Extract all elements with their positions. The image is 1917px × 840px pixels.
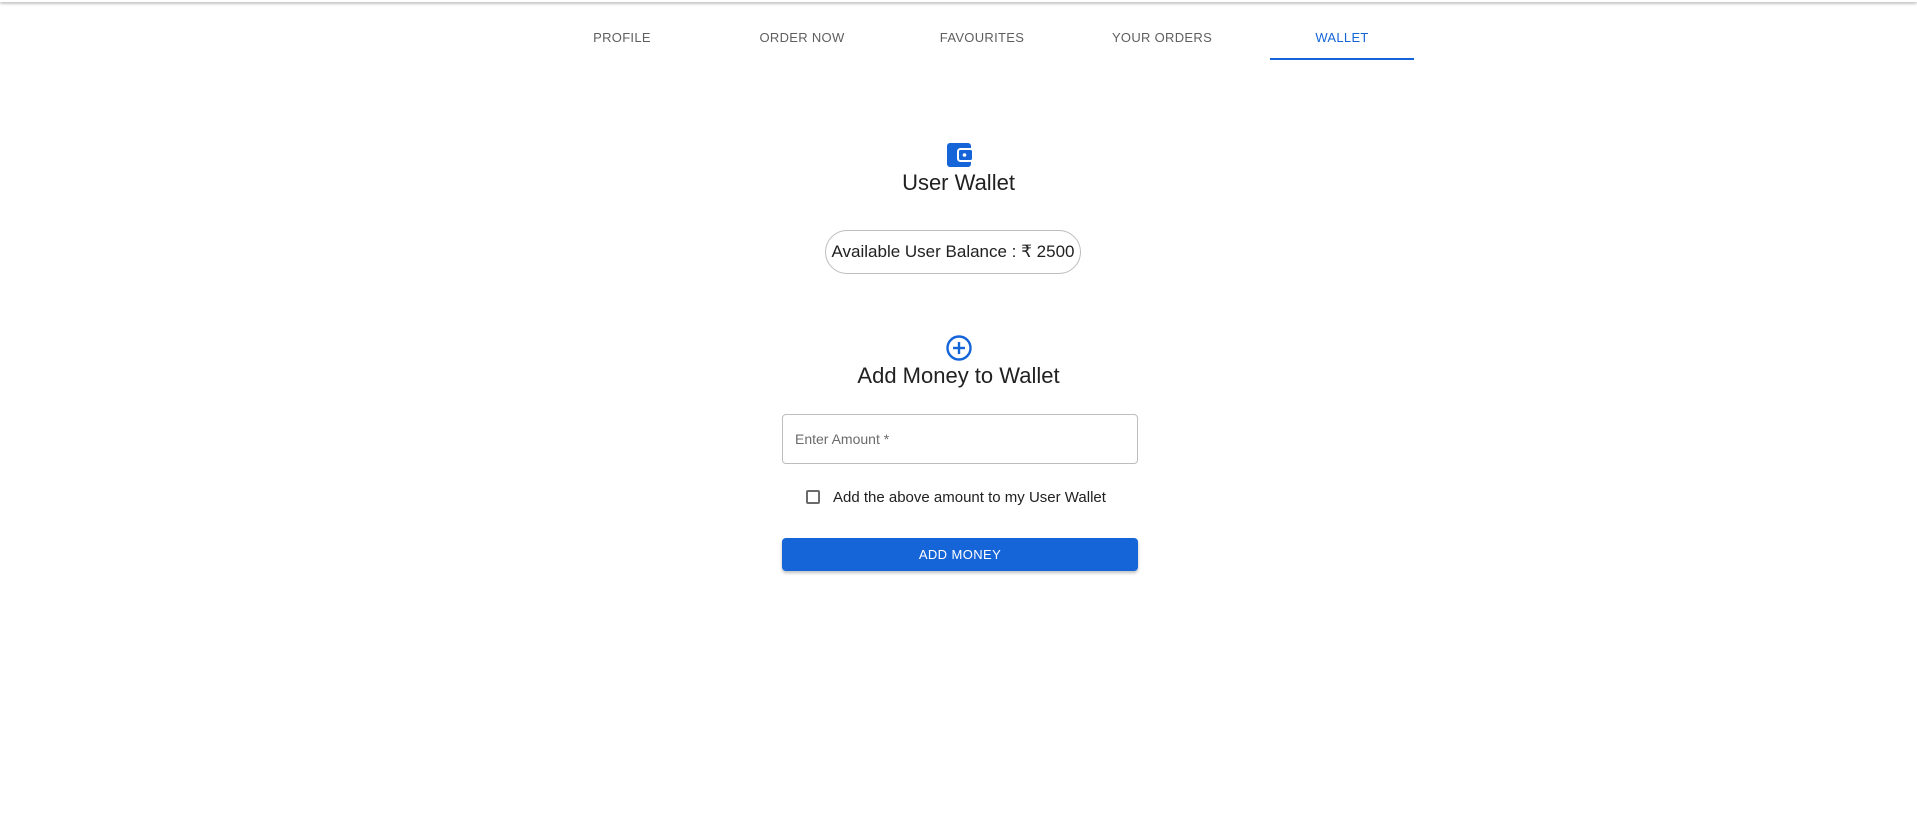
tab-profile[interactable]: PROFILE — [532, 0, 712, 60]
tab-label: PROFILE — [593, 30, 651, 45]
tab-label: WALLET — [1315, 30, 1369, 45]
tab-label: FAVOURITES — [939, 30, 1025, 45]
nav-tabs: PROFILE ORDER NOW FAVOURITES YOUR ORDERS… — [532, 0, 1432, 60]
balance-chip: Available User Balance : ₹ 2500 — [825, 230, 1081, 274]
add-money-button-label: ADD MONEY — [918, 547, 1002, 562]
tab-wallet[interactable]: WALLET — [1252, 0, 1432, 60]
add-circle-icon — [946, 335, 972, 361]
wallet-title: User Wallet — [902, 170, 1015, 195]
add-money-button[interactable]: ADD MONEY — [782, 538, 1138, 571]
amount-input[interactable]: Enter Amount * — [782, 414, 1138, 464]
add-to-wallet-checkbox[interactable] — [806, 490, 820, 504]
wallet-page: PROFILE ORDER NOW FAVOURITES YOUR ORDERS… — [0, 0, 1917, 840]
tab-label: YOUR ORDERS — [1111, 30, 1213, 45]
tab-your-orders[interactable]: YOUR ORDERS — [1072, 0, 1252, 60]
checkbox-label: Add the above amount to my User Wallet — [833, 488, 1106, 506]
wallet-icon — [947, 143, 973, 167]
amount-placeholder: Enter Amount * — [795, 431, 890, 447]
add-money-title: Add Money to Wallet — [857, 363, 1060, 388]
tab-order-now[interactable]: ORDER NOW — [712, 0, 892, 60]
tab-favourites[interactable]: FAVOURITES — [892, 0, 1072, 60]
tab-label: ORDER NOW — [759, 30, 845, 45]
add-to-wallet-option: Add the above amount to my User Wallet — [806, 487, 1106, 507]
